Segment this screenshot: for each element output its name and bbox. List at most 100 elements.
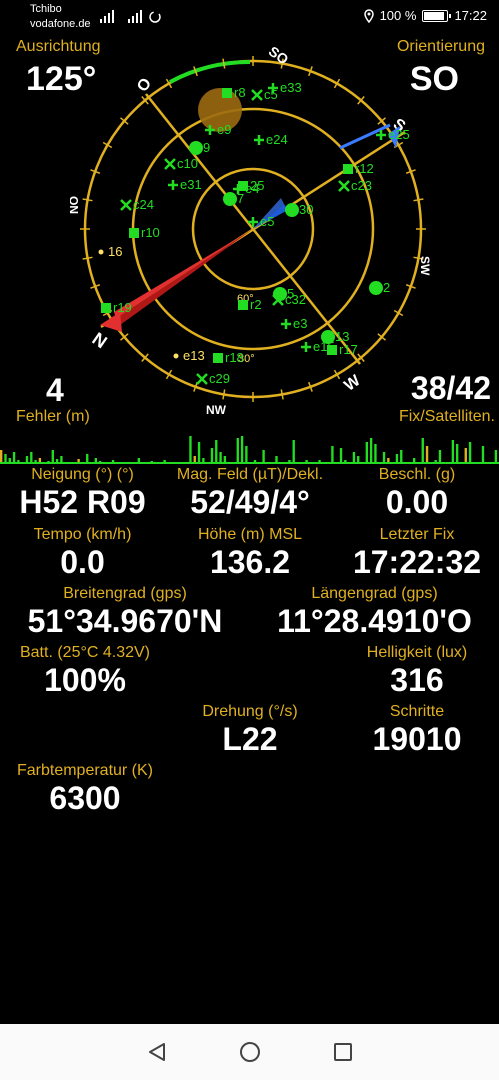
lat-value: 51°34.9670'N [27, 603, 223, 639]
satellite-r12: r12 [343, 161, 374, 176]
satellite-label: 30 [299, 202, 313, 217]
recents-square-icon[interactable] [332, 1041, 354, 1063]
satellite-marker [281, 319, 291, 329]
satellite-r8: r8 [222, 85, 246, 100]
satellite-label: e24 [266, 132, 288, 147]
signal-bar [189, 436, 192, 464]
satellite-label: 2 [383, 280, 390, 295]
altitude-value: 136.2 [209, 544, 291, 580]
lon-cell: Längengrad (gps) 11°28.4910'O [250, 585, 499, 639]
lat-label: Breitengrad (gps) [63, 585, 187, 602]
satellite-marker [173, 353, 179, 359]
signal-bar [51, 450, 54, 464]
satellite-c29: c29 [196, 371, 230, 386]
satellite-label: r18 [225, 350, 244, 365]
signal-bar [481, 446, 485, 464]
fix-value: 38/42 [410, 370, 491, 406]
signal-bar [245, 446, 248, 464]
satellite-marker [222, 88, 232, 98]
satellite-label: c24 [133, 197, 154, 212]
satellite-label: r17 [339, 342, 358, 357]
satellite-marker [196, 373, 208, 385]
battery-label: Batt. (25°C 4.32V) [19, 644, 150, 661]
magfield-value: 52/49/4° [190, 484, 310, 520]
compass-tick [222, 389, 226, 400]
satellite-label: e33 [280, 80, 302, 95]
satellite-label: 25 [250, 178, 264, 193]
satellite-marker [238, 181, 248, 191]
brightness-value: 316 [390, 662, 444, 698]
satellite-c23: c23 [338, 178, 372, 193]
signal-bar [494, 450, 498, 464]
satellite-label: 9 [203, 140, 210, 155]
signal-bar [262, 450, 265, 464]
satellite-marker [338, 180, 350, 192]
satellite-label: c23 [351, 178, 372, 193]
satellite-16: 16 [98, 244, 122, 259]
steps-label: Schritte [389, 703, 445, 720]
sky-plot-compass[interactable]: SO S SW W NW N NO O 60° 30° r8 c5 e33e99c1… [70, 42, 436, 417]
satellite-e31: e31 [168, 177, 202, 192]
brightness-label: Helligkeit (lux) [366, 644, 468, 661]
lon-label: Längengrad (gps) [311, 585, 438, 602]
error-label: Fehler (m) [16, 408, 90, 425]
accel-value: 0.00 [385, 484, 449, 520]
satellite-marker [251, 89, 263, 101]
satellite-label: c32 [285, 292, 306, 307]
compass-tick [222, 58, 226, 69]
back-triangle-icon[interactable] [146, 1041, 168, 1063]
lastfix-label: Letzter Fix [379, 526, 455, 543]
signal-icons [100, 10, 161, 23]
tilt-label: Neigung (°) (°) [31, 466, 134, 483]
carrier-network: vodafone.de [30, 18, 91, 30]
compass-tick [82, 256, 93, 260]
fix-label: Fix/Satelliten. [398, 408, 495, 425]
satellite-marker [343, 164, 353, 174]
satellite-layer: r8 c5 e33e99c10e24 e25r12c23e31c24e4r10257e… [98, 80, 410, 386]
satellite-label: e31 [180, 177, 202, 192]
satellite-label: e25 [388, 127, 410, 142]
signal-bar [464, 448, 467, 464]
error-value: 4 [46, 372, 64, 408]
speed-cell: Tempo (km/h) 0.0 [0, 526, 165, 580]
location-icon [363, 8, 374, 23]
steps-value: 19010 [372, 721, 462, 757]
lastfix-value: 17:22:32 [352, 544, 482, 580]
speed-label: Tempo (km/h) [33, 526, 132, 543]
satellite-label: c29 [209, 371, 230, 386]
status-right: 100 % 17:22 [363, 8, 487, 23]
satellite-marker [168, 180, 178, 190]
signal-bar [215, 440, 218, 464]
battery-value: 100% [44, 662, 126, 698]
satellite-e13: e13 [173, 348, 205, 363]
signal-bar [292, 440, 295, 464]
fix-arc [169, 59, 251, 84]
home-circle-icon[interactable] [239, 1041, 261, 1063]
satellite-r18: r18 [213, 350, 244, 365]
system-nav-bar [0, 1024, 499, 1080]
satellite-9: 9 [189, 140, 210, 155]
cardinal-n: N [89, 328, 111, 352]
signal-bar [339, 448, 343, 464]
cardinal-w: W [341, 372, 364, 395]
cardinal-no: NO [70, 196, 81, 214]
satellite-marker [301, 342, 311, 352]
satellite-label: c10 [177, 156, 198, 171]
accel-cell: Beschl. (g) 0.00 [335, 466, 499, 520]
signal-bar [365, 442, 369, 464]
compass-tick [413, 198, 424, 202]
colortemp-cell: Farbtemperatur (K) 6300 [0, 762, 170, 816]
signal-bar [451, 440, 455, 464]
signal-bar [468, 442, 472, 464]
speed-value: 0.0 [60, 544, 105, 580]
satellite-marker [101, 303, 111, 313]
brightness-cell: Helligkeit (lux) 316 [335, 644, 499, 698]
satellite-e5: e5 [248, 214, 274, 229]
steps-cell: Schritte 19010 [335, 703, 499, 757]
satellite-e24: e24 [254, 132, 288, 147]
satellite-marker [285, 203, 299, 217]
altitude-cell: Höhe (m) MSL 136.2 [165, 526, 335, 580]
satellite-marker [98, 249, 104, 255]
satellite-label: r10 [141, 225, 160, 240]
satellite-label: e3 [293, 316, 307, 331]
